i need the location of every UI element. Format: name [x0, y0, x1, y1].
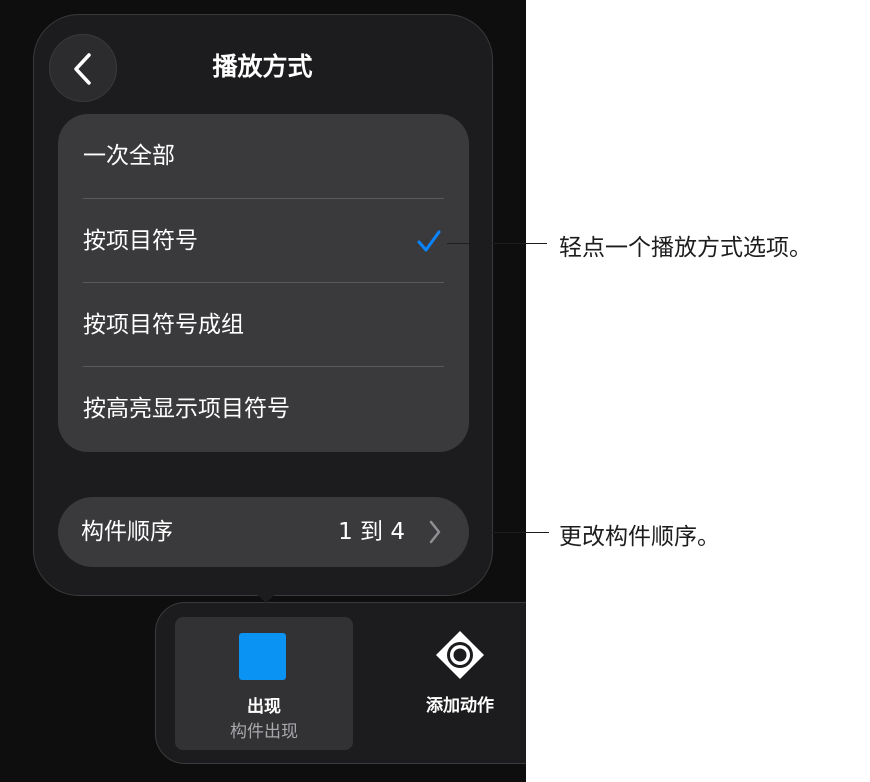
- build-order-value: 1 到 4: [338, 519, 405, 545]
- callout-change-order: 更改构件顺序。: [559, 524, 720, 550]
- checkmark-icon: [417, 230, 441, 252]
- appear-animation-tile[interactable]: 出现 构件出现: [175, 617, 353, 750]
- option-by-bullet[interactable]: 按项目符号: [58, 199, 469, 283]
- build-order-row[interactable]: 构件顺序 1 到 4: [58, 497, 469, 567]
- callout-select-option: 轻点一个播放方式选项。: [559, 235, 812, 261]
- callout-line-order: [469, 532, 549, 533]
- option-all-at-once[interactable]: 一次全部: [58, 114, 469, 198]
- callout-line-option: [447, 243, 547, 244]
- option-label: 一次全部: [83, 143, 175, 169]
- option-label: 按项目符号: [83, 228, 198, 254]
- build-order-label: 构件顺序: [81, 519, 173, 545]
- device-screen: 播放方式 一次全部 按项目符号 按项目符号成组 按高亮显示项目符号 构件顺序 1…: [0, 0, 526, 782]
- appear-subtitle: 构件出现: [230, 722, 298, 742]
- option-label: 按项目符号成组: [83, 312, 244, 338]
- option-label: 按高亮显示项目符号: [83, 396, 290, 422]
- chevron-left-icon: [74, 53, 91, 85]
- appear-effect-icon: [239, 633, 286, 680]
- action-diamond-icon: [436, 631, 484, 679]
- option-highlight-bullet[interactable]: 按高亮显示项目符号: [58, 367, 469, 451]
- playback-options-list: 一次全部 按项目符号 按项目符号成组 按高亮显示项目符号: [58, 114, 469, 452]
- add-action-button[interactable]: 添加动作: [414, 625, 506, 725]
- chevron-right-icon: [429, 520, 441, 544]
- option-by-bullet-group[interactable]: 按项目符号成组: [58, 283, 469, 367]
- add-action-label: 添加动作: [426, 696, 494, 716]
- popover-title: 播放方式: [212, 52, 313, 81]
- appear-title: 出现: [247, 697, 281, 717]
- back-button[interactable]: [49, 34, 117, 102]
- popover-pointer: [253, 591, 279, 603]
